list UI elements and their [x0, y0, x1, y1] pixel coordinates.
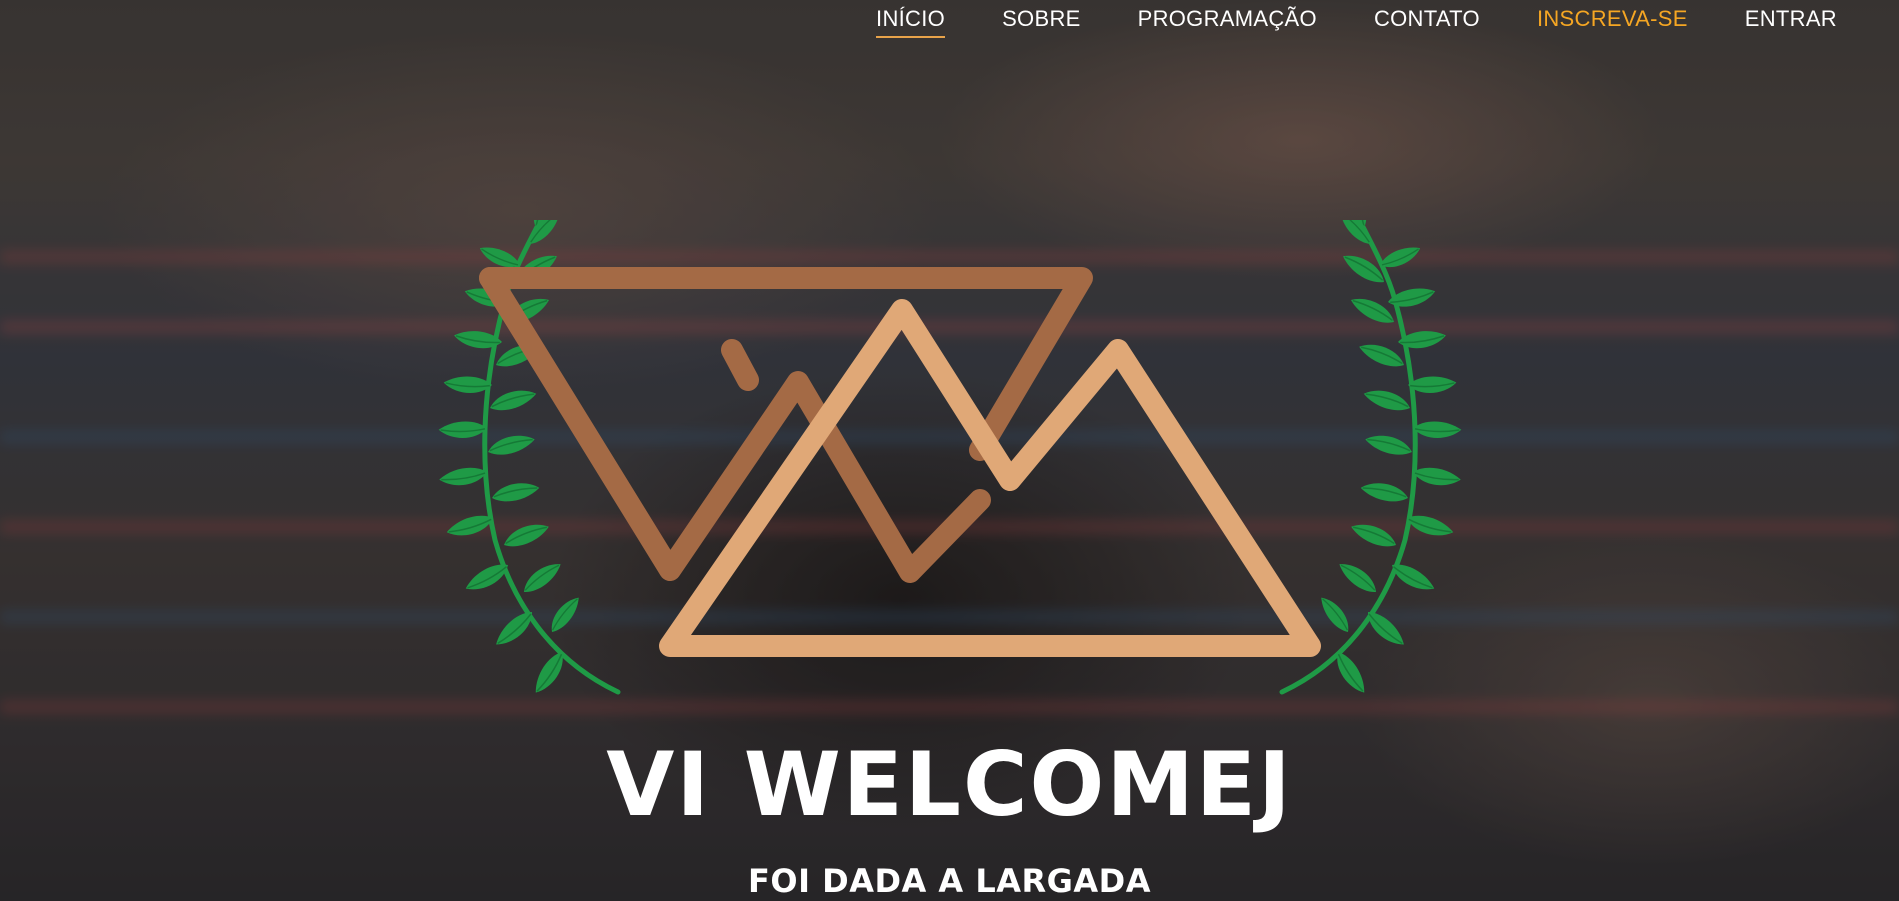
nav-link-inicio[interactable]: INÍCIO: [876, 6, 946, 38]
hero-subtitle: FOI DADA A LARGADA: [748, 862, 1151, 900]
hero-section: INÍCIO SOBRE PROGRAMAÇÃO CONTATO INSCREV…: [0, 0, 1899, 901]
nav-link-inscreva-se[interactable]: INSCREVA-SE: [1537, 6, 1688, 32]
event-logo: [437, 220, 1463, 698]
interlocked-triangles-logo-icon: [479, 267, 1321, 657]
nav-link-contato[interactable]: CONTATO: [1374, 6, 1480, 32]
hero-title: VI WELCOMEJ: [606, 733, 1293, 836]
nav-link-sobre[interactable]: SOBRE: [1002, 6, 1081, 32]
nav-link-programacao[interactable]: PROGRAMAÇÃO: [1138, 6, 1317, 32]
main-navigation: INÍCIO SOBRE PROGRAMAÇÃO CONTATO INSCREV…: [876, 0, 1837, 38]
nav-link-entrar[interactable]: ENTRAR: [1745, 6, 1837, 32]
